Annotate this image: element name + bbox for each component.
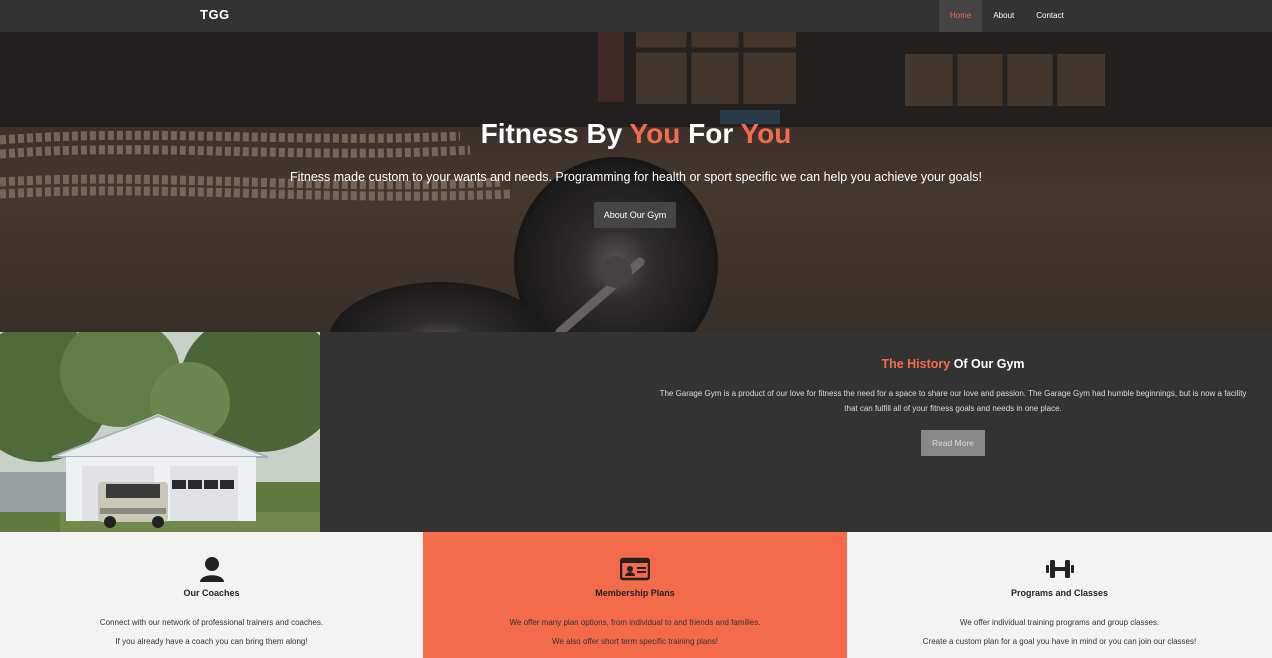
hero-title: Fitness By You For You (0, 118, 1272, 150)
navbar: TGG Home About Contact (0, 0, 1272, 32)
feature-our-coaches: Our Coaches Connect with our network of … (0, 532, 423, 658)
feature-text-line: We offer individual training programs an… (959, 618, 1160, 627)
history-title: The History Of Our Gym (653, 357, 1253, 371)
feature-text-line: Create a custom plan for a goal you have… (922, 637, 1197, 646)
feature-text-line: We offer many plan options, from individ… (509, 618, 761, 627)
history-description: The Garage Gym is a product of our love … (659, 389, 1247, 413)
nav-link-contact[interactable]: Contact (1025, 0, 1075, 32)
id-card-icon (620, 557, 650, 581)
feature-title: Membership Plans (595, 588, 675, 598)
about-our-gym-button[interactable]: About Our Gym (594, 202, 676, 228)
history-title-accent: The History (881, 357, 951, 371)
history-title-rest: Of Our Gym (950, 357, 1025, 371)
user-icon (199, 557, 224, 582)
nav-links: Home About Contact (939, 0, 1075, 32)
garage-image (0, 332, 320, 532)
feature-programs-and-classes: Programs and Classes We offer individual… (847, 532, 1272, 658)
hero-title-part2: For (680, 118, 741, 149)
nav-link-about[interactable]: About (982, 0, 1025, 32)
features-section: Our Coaches Connect with our network of … (0, 532, 1272, 658)
hero-section: Fitness By You For You Fitness made cust… (0, 32, 1272, 332)
history-section: The History Of Our Gym The Garage Gym is… (0, 332, 1272, 532)
hero-title-accent1: You (629, 118, 681, 149)
feature-text-line: Connect with our network of professional… (99, 618, 324, 627)
feature-title: Programs and Classes (1010, 588, 1109, 598)
hero-title-accent2: You (740, 118, 792, 149)
hero-subtitle: Fitness made custom to your wants and ne… (289, 170, 983, 184)
feature-text-line: We also offer short term specific traini… (552, 637, 718, 646)
brand-logo[interactable]: TGG (200, 7, 230, 22)
feature-text-line: If you already have a coach you can brin… (115, 637, 308, 646)
hero-title-part1: Fitness By (480, 118, 630, 149)
feature-membership-plans: Membership Plans We offer many plan opti… (423, 532, 847, 658)
feature-title: Our Coaches (183, 588, 240, 598)
dumbbell-icon (1045, 560, 1074, 578)
nav-link-home[interactable]: Home (939, 0, 983, 32)
read-more-button[interactable]: Read More (921, 430, 985, 456)
